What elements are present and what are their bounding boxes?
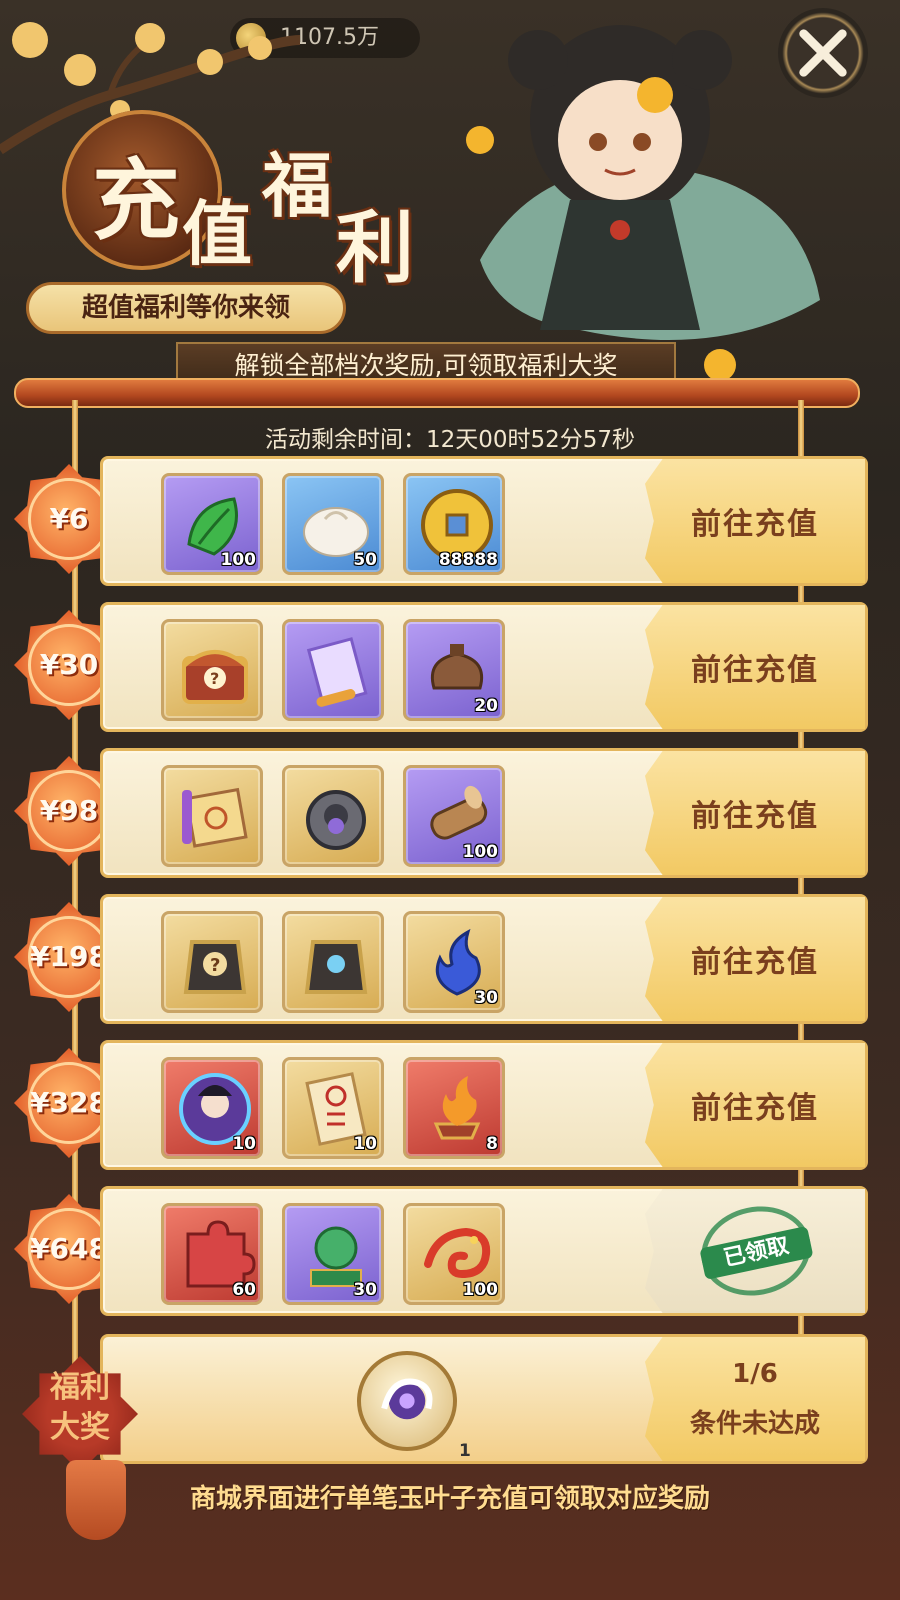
reward-slot[interactable]: 10 <box>282 1057 384 1159</box>
reward-slot[interactable]: 100 <box>403 765 505 867</box>
grand-badge-line1: 福利 <box>50 1370 110 1405</box>
armor-icon <box>304 940 368 994</box>
tier-row: 60 30 100 已领取 <box>100 1186 868 1316</box>
grand-prize-badge-text: 福利 大奖 <box>22 1368 138 1448</box>
reward-qty: 10 <box>232 1134 256 1154</box>
go-recharge-label: 前往充值 <box>691 799 819 834</box>
reward-slot[interactable]: 20 <box>403 619 505 721</box>
go-recharge-button[interactable]: 前往充值 <box>645 751 865 875</box>
reward-slot[interactable]: 100 <box>161 473 263 575</box>
activity-timer: 活动剩余时间：12天00时52分57秒 <box>0 420 900 454</box>
go-recharge-button[interactable]: 前往充值 <box>645 605 865 729</box>
timer-label: 活动剩余时间： <box>264 427 426 453</box>
reward-slot[interactable]: ? <box>161 911 263 1013</box>
tier-row: 10 10 8 前往充值 <box>100 1040 868 1170</box>
title-char-4: 利 <box>336 203 415 294</box>
hanging-rod <box>14 378 860 408</box>
tier-row: ? 30 前往充值 <box>100 894 868 1024</box>
title-char-3: 福 <box>262 144 332 227</box>
reward-qty: 60 <box>232 1280 256 1300</box>
tier-row: 100 前往充值 <box>100 748 868 878</box>
grand-prize-status: 1/6 条件未达成 <box>645 1337 865 1461</box>
tier-row: 100 50 88888 前往充值 <box>100 456 868 586</box>
go-recharge-label: 前往充值 <box>691 1091 819 1126</box>
dragon-medal-icon[interactable] <box>357 1351 457 1451</box>
character-illustration <box>466 25 820 381</box>
title-char-1: 充 <box>92 148 181 252</box>
reward-slot[interactable]: 60 <box>161 1203 263 1305</box>
reward-qty: 88888 <box>438 550 498 570</box>
svg-text:?: ? <box>210 669 219 688</box>
grand-progress: 1/6 <box>732 1359 778 1389</box>
reward-qty: 30 <box>353 1280 377 1300</box>
reward-slot[interactable]: ? <box>161 619 263 721</box>
svg-text:?: ? <box>210 955 220 976</box>
mystery-armor-icon: ? <box>183 940 247 994</box>
reward-slot[interactable]: 8 <box>403 1057 505 1159</box>
reward-slot[interactable] <box>161 765 263 867</box>
scroll-icon <box>306 637 368 707</box>
go-recharge-label: 前往充值 <box>691 507 819 542</box>
reward-slot[interactable]: 50 <box>282 473 384 575</box>
reward-slot[interactable]: 88888 <box>403 473 505 575</box>
reward-slot[interactable]: 100 <box>403 1203 505 1305</box>
reward-slot[interactable]: 30 <box>403 911 505 1013</box>
reward-qty: 100 <box>462 1280 499 1300</box>
go-recharge-button[interactable]: 前往充值 <box>645 459 865 583</box>
reward-qty: 50 <box>353 550 377 570</box>
magic-scroll-icon <box>182 787 248 848</box>
timer-value: 12天00时52分57秒 <box>425 427 636 453</box>
go-recharge-label: 前往充值 <box>691 653 819 688</box>
grand-condition: 条件未达成 <box>689 1409 820 1439</box>
title-char-2: 值 <box>182 192 252 275</box>
claimed-stamp: 已领取 <box>693 1196 819 1306</box>
gear-icon <box>306 790 366 850</box>
reward-qty: 100 <box>462 842 499 862</box>
subtitle-plaque: 超值福利等你来领 <box>26 282 346 334</box>
reward-slot[interactable]: 10 <box>161 1057 263 1159</box>
go-recharge-button[interactable]: 前往充值 <box>645 1043 865 1167</box>
reward-slot[interactable] <box>282 765 384 867</box>
go-recharge-label: 前往充值 <box>691 945 819 980</box>
mystery-chest-icon: ? <box>182 650 248 704</box>
claimed-area: 已领取 <box>645 1189 865 1313</box>
reward-qty: 20 <box>474 696 498 716</box>
reward-qty: 10 <box>353 1134 377 1154</box>
grand-reward-qty: 1 <box>459 1441 471 1461</box>
tier-row: ? 20 前往充值 <box>100 602 868 732</box>
close-icon <box>799 29 847 77</box>
reward-slot[interactable] <box>282 911 384 1013</box>
go-recharge-button[interactable]: 前往充值 <box>645 897 865 1021</box>
grand-prize-row: 1 1/6 条件未达成 <box>100 1334 868 1464</box>
close-button[interactable] <box>778 8 868 98</box>
reward-qty: 100 <box>220 550 257 570</box>
reward-qty: 30 <box>474 988 498 1008</box>
footer-note: 商城界面进行单笔玉叶子充值可领取对应奖励 <box>189 1484 710 1514</box>
reward-qty: 8 <box>486 1134 498 1154</box>
reward-slot[interactable]: 30 <box>282 1203 384 1305</box>
reward-slot[interactable] <box>282 619 384 721</box>
grand-badge-line2: 大奖 <box>50 1410 110 1445</box>
